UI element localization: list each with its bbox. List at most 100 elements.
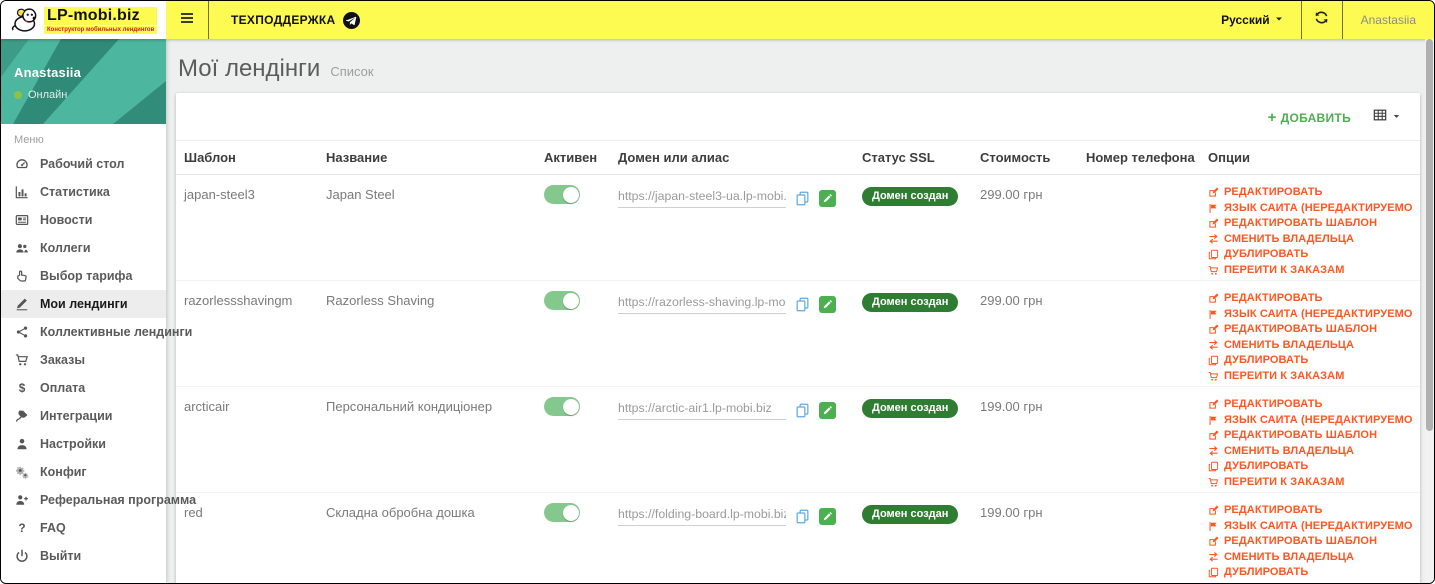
chevron-down-icon [1273, 13, 1285, 28]
sidebar-item-label: Интеграции [40, 409, 113, 423]
option-label: ЯЗЫК САЙТА (НЕРЕДАКТИРУЕМОЕ) [1224, 520, 1412, 532]
sidebar-item-users[interactable]: Коллеги [1, 234, 166, 262]
edit-domain-button[interactable] [819, 402, 836, 419]
edit-domain-button[interactable] [819, 508, 836, 525]
option-link-language[interactable]: ЯЗЫК САЙТА (НЕРЕДАКТИРУЕМОЕ) [1208, 521, 1412, 533]
option-link-edit[interactable]: РЕДАКТИРОВАТЬ ШАБЛОН [1208, 218, 1412, 230]
sidebar-item-news[interactable]: Новости [1, 206, 166, 234]
option-link-exchange[interactable]: СМЕНИТЬ ВЛАДЕЛЬЦА [1208, 552, 1412, 564]
sidebar-item-dollar[interactable]: $ Оплата [1, 374, 166, 402]
sidebar-item-question[interactable]: ? FAQ [1, 514, 166, 542]
sidebar-item-gears[interactable]: Конфиг [1, 458, 166, 486]
sidebar-item-user[interactable]: Настройки [1, 430, 166, 458]
option-link-edit[interactable]: РЕДАКТИРОВАТЬ [1208, 293, 1412, 305]
sidebar-item-power[interactable]: Выйти [1, 542, 166, 570]
option-link-duplicate[interactable]: ДУБЛИРОВАТЬ [1208, 249, 1412, 261]
brand-tagline: Конструктор мобильных лендингов [44, 25, 158, 34]
sidebar-username: Anastasiia [14, 65, 82, 80]
hamburger-menu-button[interactable] [166, 1, 208, 39]
scrollbar-thumb[interactable] [1426, 39, 1433, 431]
domain-controls: https://razorless-shaving.lp-mobi.biz [618, 295, 846, 314]
option-link-duplicate[interactable]: ДУБЛИРОВАТЬ [1208, 355, 1412, 367]
edit-icon [1208, 399, 1219, 410]
panel-toolbar: + ДОБАВИТЬ [176, 93, 1420, 140]
vertical-scrollbar[interactable] [1425, 39, 1434, 583]
refresh-button[interactable] [1302, 1, 1342, 39]
domain-cell: https://arctic-air1.lp-mobi.biz [610, 386, 854, 493]
option-link-cart[interactable]: ПЕРЕЙТИ К ЗАКАЗАМ [1208, 371, 1412, 383]
option-link-language[interactable]: ЯЗЫК САЙТА (НЕРЕДАКТИРУЕМОЕ) [1208, 309, 1412, 321]
sidebar-item-plug[interactable]: Интеграции [1, 402, 166, 430]
option-link-exchange[interactable]: СМЕНИТЬ ВЛАДЕЛЬЦА [1208, 446, 1412, 458]
option-link-edit[interactable]: РЕДАКТИРОВАТЬ [1208, 187, 1412, 199]
option-link-exchange[interactable]: СМЕНИТЬ ВЛАДЕЛЬЦА [1208, 340, 1412, 352]
sidebar-item-share[interactable]: Коллективные лендинги [1, 318, 192, 346]
template-cell: red [176, 492, 318, 583]
landings-table: Шаблон Название Активен Домен или алиас Стат… [176, 140, 1420, 583]
domain-input[interactable]: https://folding-board.lp-mobi.biz [618, 507, 786, 526]
table-grid-icon [1373, 108, 1387, 127]
active-toggle[interactable] [544, 291, 580, 310]
option-link-edit[interactable]: РЕДАКТИРОВАТЬ [1208, 399, 1412, 411]
option-link-duplicate[interactable]: ДУБЛИРОВАТЬ [1208, 567, 1412, 579]
option-link-cart[interactable]: ПЕРЕЙТИ К ЗАКАЗАМ [1208, 583, 1412, 584]
domain-input[interactable]: https://arctic-air1.lp-mobi.biz [618, 401, 786, 420]
active-toggle[interactable] [544, 397, 580, 416]
gears-icon [14, 465, 29, 479]
active-toggle[interactable] [544, 503, 580, 522]
option-link-duplicate[interactable]: ДУБЛИРОВАТЬ [1208, 461, 1412, 473]
toggle-knob [562, 292, 579, 309]
sidebar-item-label: Статистика [40, 185, 110, 199]
option-label: ЯЗЫК САЙТА (НЕРЕДАКТИРУЕМОЕ) [1224, 202, 1412, 214]
copy-icon[interactable] [795, 509, 810, 524]
edit-domain-button[interactable] [819, 190, 836, 207]
question-icon: ? [14, 521, 29, 535]
price-cell: 199.00 грн [972, 386, 1078, 493]
ssl-status-cell: Домен создан [854, 280, 972, 387]
table-header-row: Шаблон Название Активен Домен или алиас Стат… [176, 140, 1420, 175]
topbar-yellow-strip: ТЕХПОДДЕРЖКА Русский Anastasiia [166, 1, 1434, 39]
add-landing-button[interactable]: + ДОБАВИТЬ [1268, 109, 1351, 126]
option-link-cart[interactable]: ПЕРЕЙТИ К ЗАКАЗАМ [1208, 265, 1412, 277]
users-icon [14, 241, 29, 255]
option-link-edit[interactable]: РЕДАКТИРОВАТЬ ШАБЛОН [1208, 430, 1412, 442]
name-cell: Персональний кондиціонер [318, 386, 536, 493]
language-icon [1208, 415, 1219, 426]
copy-icon[interactable] [795, 403, 810, 418]
sidebar-item-cart[interactable]: Заказы [1, 346, 166, 374]
edit-icon [1208, 536, 1219, 547]
columns-dropdown-button[interactable] [1373, 108, 1402, 127]
telegram-icon [342, 11, 360, 29]
sidebar-item-chart[interactable]: Статистика [1, 178, 166, 206]
name-cell: Razorless Shaving [318, 280, 536, 387]
sidebar-item-pen[interactable]: Мои лендинги [1, 290, 166, 318]
sidebar-item-hand[interactable]: Выбор тарифа [1, 262, 166, 290]
option-link-edit[interactable]: РЕДАКТИРОВАТЬ [1208, 505, 1412, 517]
option-label: РЕДАКТИРОВАТЬ [1224, 399, 1323, 410]
brand-logo[interactable]: LP-mobi.biz Конструктор мобильных лендин… [1, 1, 166, 39]
copy-icon[interactable] [795, 191, 810, 206]
language-selector[interactable]: Русский [1205, 1, 1301, 39]
option-link-cart[interactable]: ПЕРЕЙТИ К ЗАКАЗАМ [1208, 477, 1412, 489]
option-link-edit[interactable]: РЕДАКТИРОВАТЬ ШАБЛОН [1208, 324, 1412, 336]
support-label: ТЕХПОДДЕРЖКА [231, 13, 336, 27]
user-menu-button[interactable]: Anastasiia [1343, 1, 1434, 39]
edit-domain-button[interactable] [819, 296, 836, 313]
option-link-edit[interactable]: РЕДАКТИРОВАТЬ ШАБЛОН [1208, 536, 1412, 548]
domain-input[interactable]: https://japan-steel3-ua.lp-mobi.biz [618, 189, 786, 208]
column-header: Опции [1200, 140, 1420, 175]
user-plus-icon [14, 493, 29, 507]
option-link-language[interactable]: ЯЗЫК САЙТА (НЕРЕДАКТИРУЕМОЕ) [1208, 415, 1412, 427]
domain-input[interactable]: https://razorless-shaving.lp-mobi.biz [618, 295, 786, 314]
support-button[interactable]: ТЕХПОДДЕРЖКА [209, 1, 382, 39]
sidebar-item-label: Коллективные лендинги [40, 325, 193, 339]
sidebar-item-user-plus[interactable]: Реферальная программа [1, 486, 196, 514]
copy-icon[interactable] [795, 297, 810, 312]
power-icon [14, 549, 29, 563]
exchange-icon [1208, 551, 1219, 563]
options-cell: РЕДАКТИРОВАТЬ ЯЗЫК САЙТА (НЕРЕДАКТИРУЕМОЕ… [1200, 174, 1420, 281]
sidebar-item-dashboard[interactable]: Рабочий стол [1, 150, 166, 178]
option-link-language[interactable]: ЯЗЫК САЙТА (НЕРЕДАКТИРУЕМОЕ) [1208, 203, 1412, 215]
active-toggle[interactable] [544, 185, 580, 204]
option-link-exchange[interactable]: СМЕНИТЬ ВЛАДЕЛЬЦА [1208, 234, 1412, 246]
